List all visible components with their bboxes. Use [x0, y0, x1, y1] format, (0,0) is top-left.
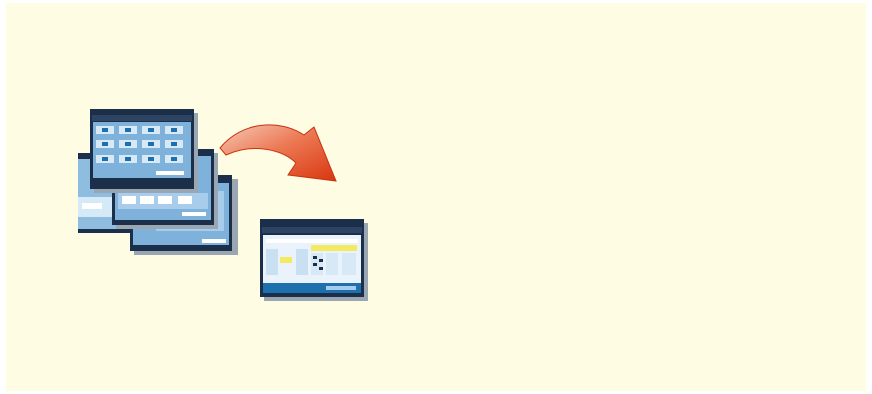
stacked-screens-icon [78, 109, 238, 255]
screen-front [90, 109, 198, 193]
single-screen-icon [260, 219, 368, 301]
curved-arrow-icon [219, 124, 337, 182]
illustration-canvas [6, 3, 866, 391]
illustration-svg [78, 109, 368, 301]
